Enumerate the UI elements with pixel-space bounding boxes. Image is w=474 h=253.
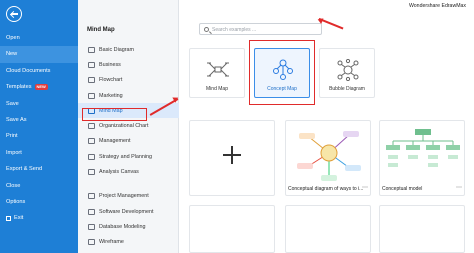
database-icon xyxy=(88,223,95,230)
search-input[interactable]: Search examples ... xyxy=(199,23,322,35)
menu-save-as[interactable]: Save As xyxy=(0,112,78,128)
example-card-partial[interactable] xyxy=(379,205,465,253)
analysis-canvas-icon xyxy=(88,169,95,176)
menu-templates-label: Templates xyxy=(6,84,32,91)
conceptual-model-thumbnail xyxy=(386,129,460,167)
template-mind-map[interactable]: Mind Map xyxy=(189,48,245,98)
blank-template-card[interactable] xyxy=(189,120,275,196)
software-development-icon xyxy=(88,208,95,215)
business-icon xyxy=(88,61,95,68)
menu-exit-label: Exit xyxy=(14,215,24,222)
bubble-diagram-icon xyxy=(337,59,359,81)
category-label: Strategy and Planning xyxy=(99,153,153,160)
menu-options-label: Options xyxy=(6,198,26,205)
category-panel-title: Mind Map xyxy=(87,27,115,33)
category-business[interactable]: Business xyxy=(78,57,179,72)
category-divider xyxy=(78,180,179,189)
org-chart-icon xyxy=(88,123,95,130)
template-bubble-diagram[interactable]: Bubble Diagram xyxy=(319,48,375,98)
menu-save[interactable]: Save xyxy=(0,96,78,112)
category-panel: Mind Map Basic Diagram Business Flowchar… xyxy=(78,0,179,253)
category-label: Software Development xyxy=(99,208,154,215)
menu-new-label: New xyxy=(6,51,18,58)
file-menu-sidebar: Open New Cloud Documents Templates NEW Sa… xyxy=(0,0,78,253)
menu-close-label: Close xyxy=(6,182,21,189)
category-label: Marketing xyxy=(99,92,123,99)
menu-new[interactable]: New xyxy=(0,46,78,63)
app-brand: Wondershare EdrawMax xyxy=(409,3,466,9)
management-icon xyxy=(88,138,95,145)
menu-templates[interactable]: Templates NEW xyxy=(0,79,78,95)
plus-icon xyxy=(223,146,241,164)
example-card-partial[interactable] xyxy=(189,205,275,253)
menu-print[interactable]: Print xyxy=(0,128,78,144)
example-card-conceptual-diagram[interactable] xyxy=(285,120,371,196)
category-project-management[interactable]: Project Management xyxy=(78,189,179,204)
category-label: Basic Diagram xyxy=(99,46,135,53)
menu-print-label: Print xyxy=(6,133,18,140)
template-label: Bubble Diagram xyxy=(329,86,365,92)
menu-import[interactable]: Import xyxy=(0,145,78,161)
category-wireframe[interactable]: Wireframe xyxy=(78,235,179,250)
more-options-icon[interactable]: ⋯ xyxy=(456,184,463,191)
back-arrow-icon[interactable] xyxy=(6,6,22,22)
example-caption-conceptual-diagram: Conceptual diagram of ways to i... xyxy=(288,186,364,192)
file-menu: Open New Cloud Documents Templates NEW Sa… xyxy=(0,30,78,227)
conceptual-diagram-thumbnail xyxy=(297,131,361,181)
menu-close[interactable]: Close xyxy=(0,178,78,194)
menu-exit[interactable]: Exit xyxy=(0,210,78,226)
category-strategy-planning[interactable]: Strategy and Planning xyxy=(78,149,179,164)
mind-map-highlight-box xyxy=(82,108,147,121)
category-label: Database Modeling xyxy=(99,223,146,230)
category-software-development[interactable]: Software Development xyxy=(78,204,179,219)
template-label: Mind Map xyxy=(206,86,228,92)
category-marketing[interactable]: Marketing xyxy=(78,88,179,103)
new-badge: NEW xyxy=(34,84,48,91)
annotation-arrow-right xyxy=(318,18,344,30)
category-label: Flowchart xyxy=(99,77,123,84)
menu-open-label: Open xyxy=(6,35,20,41)
category-flowchart[interactable]: Flowchart xyxy=(78,73,179,88)
exit-icon xyxy=(6,215,11,221)
menu-cloud-documents-label: Cloud Documents xyxy=(6,67,51,74)
search-placeholder: Search examples ... xyxy=(212,26,257,33)
strategy-icon xyxy=(88,153,95,160)
category-label: Wireframe xyxy=(99,239,124,246)
category-label: Analysis Canvas xyxy=(99,169,139,176)
category-analysis-canvas[interactable]: Analysis Canvas xyxy=(78,164,179,179)
menu-open[interactable]: Open xyxy=(0,30,78,46)
category-basic-diagram[interactable]: Basic Diagram xyxy=(78,42,179,57)
wireframe-icon xyxy=(88,239,95,246)
menu-import-label: Import xyxy=(6,149,22,156)
example-card-conceptual-model[interactable] xyxy=(379,120,465,196)
basic-diagram-icon xyxy=(88,46,95,53)
search-icon xyxy=(204,26,209,32)
menu-cloud-documents[interactable]: Cloud Documents xyxy=(0,63,78,79)
category-label: Project Management xyxy=(99,193,149,200)
menu-save-label: Save xyxy=(6,100,19,107)
concept-map-highlight-box xyxy=(249,40,315,105)
menu-options[interactable]: Options xyxy=(0,194,78,210)
flowchart-icon xyxy=(88,77,95,84)
marketing-icon xyxy=(88,92,95,99)
category-management[interactable]: Management xyxy=(78,134,179,149)
menu-save-as-label: Save As xyxy=(6,116,27,123)
example-card-partial[interactable] xyxy=(285,205,371,253)
category-list: Basic Diagram Business Flowchart Marketi… xyxy=(78,42,179,250)
mind-map-icon xyxy=(207,62,229,77)
category-label: Management xyxy=(99,138,131,145)
menu-export-send[interactable]: Export & Send xyxy=(0,161,78,177)
example-caption-conceptual-model: Conceptual model xyxy=(382,186,423,192)
menu-export-send-label: Export & Send xyxy=(6,166,43,173)
category-database-modeling[interactable]: Database Modeling xyxy=(78,219,179,234)
more-options-icon[interactable]: ⋯ xyxy=(362,184,369,191)
category-label: Business xyxy=(99,61,121,68)
project-management-icon xyxy=(88,193,95,200)
category-label: Organizational Chart xyxy=(99,123,149,130)
